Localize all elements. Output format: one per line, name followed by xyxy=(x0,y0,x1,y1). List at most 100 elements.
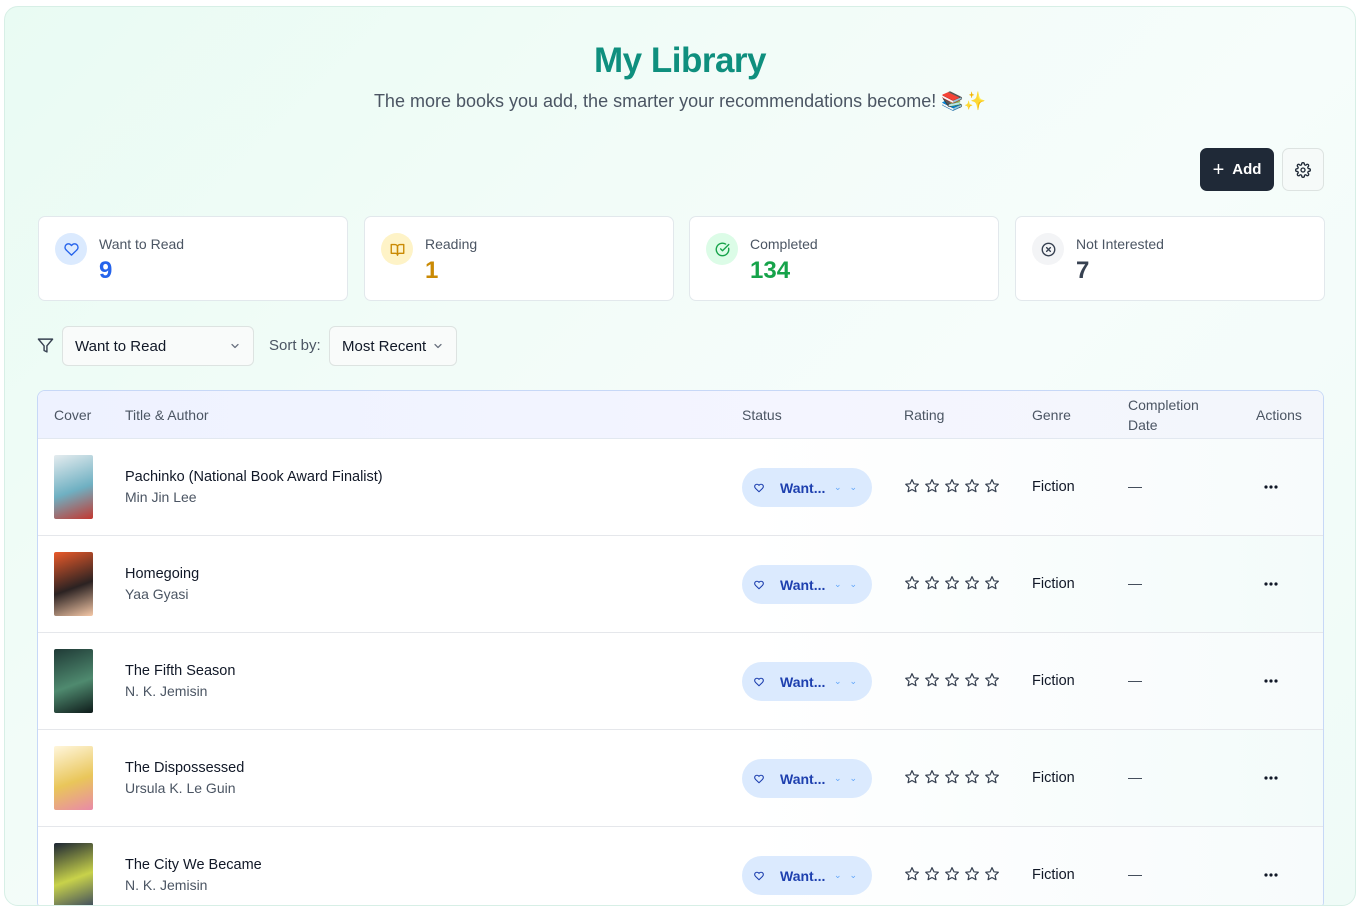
chevron-down-icon: ⌄ xyxy=(834,579,842,589)
book-cover-image[interactable] xyxy=(54,649,93,713)
star-icon[interactable] xyxy=(944,575,960,591)
table-row[interactable]: The City We Became N. K. Jemisin Want... ⌄ ⌄… xyxy=(38,827,1323,905)
more-actions-button[interactable] xyxy=(1260,477,1282,497)
more-horizontal-icon xyxy=(1264,679,1278,683)
book-title[interactable]: Homegoing xyxy=(125,566,199,582)
book-genre: Fiction xyxy=(1032,867,1075,883)
table-row[interactable]: The Dispossessed Ursula K. Le Guin Want...… xyxy=(38,730,1323,827)
column-header-genre: Genre xyxy=(1032,407,1071,423)
completion-date: — xyxy=(1128,769,1142,785)
book-title[interactable]: The City We Became xyxy=(125,857,262,873)
book-author: N. K. Jemisin xyxy=(125,877,208,893)
x-circle-icon xyxy=(1032,233,1064,265)
table-row[interactable]: Pachinko (National Book Award Finalist) M… xyxy=(38,439,1323,536)
star-icon[interactable] xyxy=(984,478,1000,494)
stat-card-not-interested[interactable]: Not Interested 7 xyxy=(1015,216,1325,301)
sort-label: Sort by: xyxy=(269,337,321,354)
star-icon[interactable] xyxy=(984,672,1000,688)
completion-date: — xyxy=(1128,866,1142,882)
rating-stars[interactable] xyxy=(904,769,1000,785)
star-icon[interactable] xyxy=(944,672,960,688)
heart-icon xyxy=(754,774,764,783)
column-header-status: Status xyxy=(742,407,782,423)
star-icon[interactable] xyxy=(944,866,960,882)
star-icon[interactable] xyxy=(904,866,920,882)
stat-value: 9 xyxy=(99,257,113,284)
star-icon[interactable] xyxy=(984,866,1000,882)
status-value: Want... xyxy=(780,673,826,690)
book-genre: Fiction xyxy=(1032,576,1075,592)
star-icon[interactable] xyxy=(924,575,940,591)
star-icon[interactable] xyxy=(904,575,920,591)
chevron-down-icon: ⌄ xyxy=(834,482,842,492)
rating-stars[interactable] xyxy=(904,575,1000,591)
table-row[interactable]: Homegoing Yaa Gyasi Want... ⌄ ⌄ Fiction — xyxy=(38,536,1323,633)
rating-stars[interactable] xyxy=(904,866,1000,882)
star-icon[interactable] xyxy=(944,769,960,785)
status-filter-value: Want to Read xyxy=(75,337,167,355)
more-actions-button[interactable] xyxy=(1260,865,1282,885)
rating-stars[interactable] xyxy=(904,478,1000,494)
plus-icon: + xyxy=(1212,158,1225,181)
stat-card-want-to-read[interactable]: Want to Read 9 xyxy=(38,216,348,301)
book-title[interactable]: Pachinko (National Book Award Finalist) xyxy=(125,469,383,485)
settings-button[interactable] xyxy=(1282,148,1324,191)
more-actions-button[interactable] xyxy=(1260,768,1282,788)
stat-value: 7 xyxy=(1076,257,1090,284)
book-title[interactable]: The Fifth Season xyxy=(125,663,235,679)
status-dropdown[interactable]: Want... ⌄ ⌄ xyxy=(742,662,872,701)
more-actions-button[interactable] xyxy=(1260,671,1282,691)
star-icon[interactable] xyxy=(964,478,980,494)
stat-card-completed[interactable]: Completed 134 xyxy=(689,216,999,301)
book-author: Min Jin Lee xyxy=(125,489,197,505)
book-cover-image[interactable] xyxy=(54,552,93,616)
status-dropdown[interactable]: Want... ⌄ ⌄ xyxy=(742,856,872,895)
rating-stars[interactable] xyxy=(904,672,1000,688)
star-icon[interactable] xyxy=(904,672,920,688)
star-icon[interactable] xyxy=(964,575,980,591)
star-icon[interactable] xyxy=(964,866,980,882)
more-horizontal-icon xyxy=(1264,582,1278,586)
table-row[interactable]: The Fifth Season N. K. Jemisin Want... ⌄ ⌄ Fi… xyxy=(38,633,1323,730)
chevron-down-icon: ⌄ xyxy=(834,676,842,686)
heart-icon xyxy=(55,233,87,265)
status-dropdown[interactable]: Want... ⌄ ⌄ xyxy=(742,759,872,798)
status-value: Want... xyxy=(780,479,826,496)
add-button-label: Add xyxy=(1232,161,1262,178)
column-header-rating: Rating xyxy=(904,407,945,423)
stat-label: Completed xyxy=(750,236,818,252)
column-header-completion-date: Completion Date xyxy=(1128,395,1199,435)
star-icon[interactable] xyxy=(964,672,980,688)
book-title[interactable]: The Dispossessed xyxy=(125,760,244,776)
star-icon[interactable] xyxy=(964,769,980,785)
sort-select[interactable]: Most Recent xyxy=(329,326,457,366)
book-cover-image[interactable] xyxy=(54,746,93,810)
star-icon[interactable] xyxy=(904,769,920,785)
stat-card-reading[interactable]: Reading 1 xyxy=(364,216,674,301)
status-filter-select[interactable]: Want to Read xyxy=(62,326,254,366)
sort-value: Most Recent xyxy=(342,337,427,355)
star-icon[interactable] xyxy=(984,769,1000,785)
more-horizontal-icon xyxy=(1264,776,1278,780)
star-icon[interactable] xyxy=(924,866,940,882)
chevron-down-icon: ⌄ xyxy=(849,482,858,492)
star-icon[interactable] xyxy=(984,575,1000,591)
add-book-button[interactable]: + Add xyxy=(1200,148,1274,191)
status-dropdown[interactable]: Want... ⌄ ⌄ xyxy=(742,468,872,507)
more-actions-button[interactable] xyxy=(1260,574,1282,594)
column-header-completion-line2: Date xyxy=(1128,417,1158,433)
more-horizontal-icon xyxy=(1264,485,1278,489)
star-icon[interactable] xyxy=(924,672,940,688)
star-icon[interactable] xyxy=(924,769,940,785)
book-genre: Fiction xyxy=(1032,479,1075,495)
book-author: Ursula K. Le Guin xyxy=(125,780,236,796)
star-icon[interactable] xyxy=(904,478,920,494)
chevron-down-icon xyxy=(434,343,442,349)
completion-date: — xyxy=(1128,575,1142,591)
stat-label: Not Interested xyxy=(1076,236,1164,252)
star-icon[interactable] xyxy=(924,478,940,494)
star-icon[interactable] xyxy=(944,478,960,494)
heart-icon xyxy=(754,677,764,686)
book-cover-image[interactable] xyxy=(54,455,93,519)
status-dropdown[interactable]: Want... ⌄ ⌄ xyxy=(742,565,872,604)
